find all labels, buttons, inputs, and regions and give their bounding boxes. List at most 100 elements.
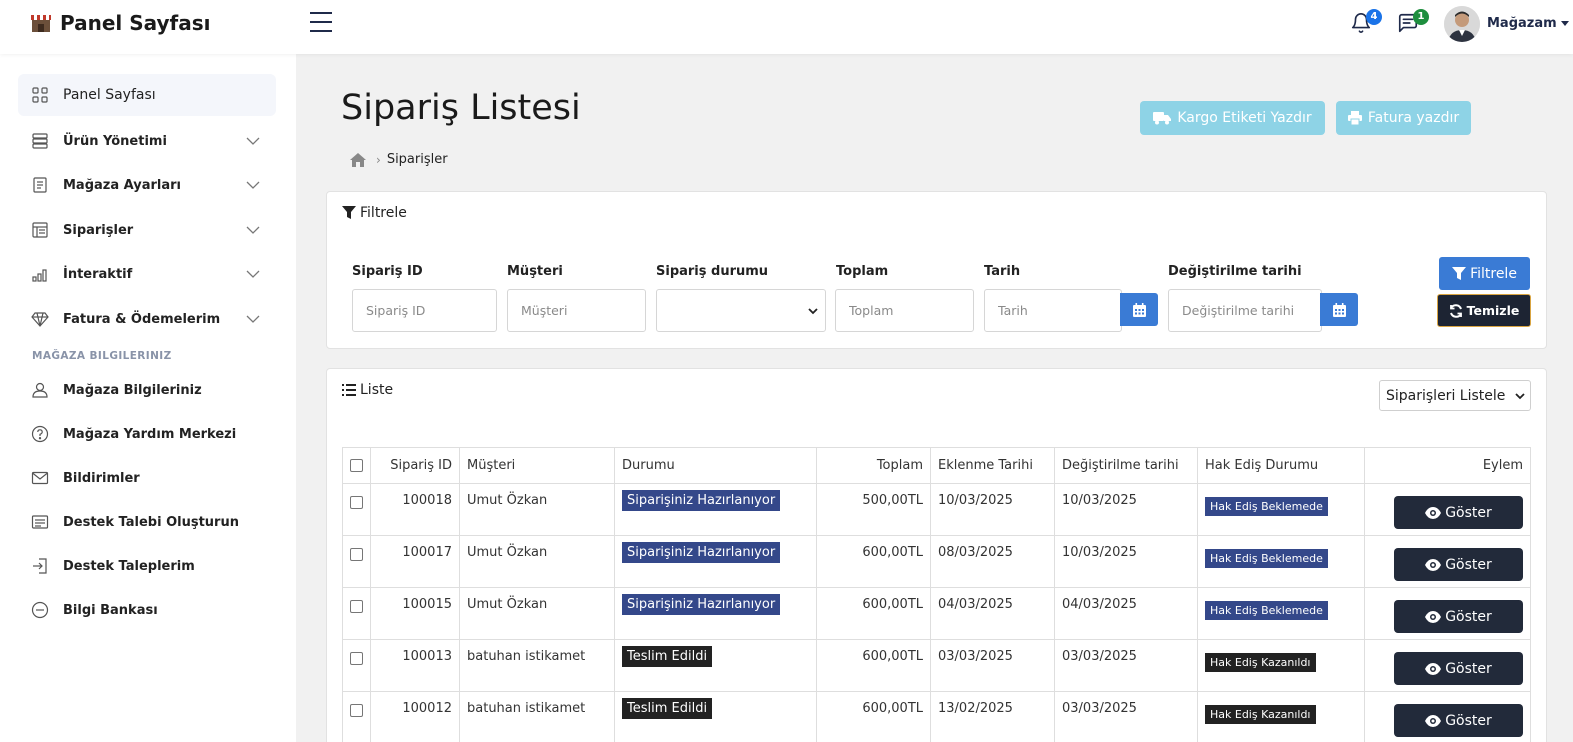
total-cell: 600,00TL bbox=[816, 535, 931, 588]
row-checkbox[interactable] bbox=[350, 496, 363, 509]
col-customer[interactable]: Müşteri bbox=[459, 447, 615, 484]
print-cargo-label-button[interactable]: Kargo Etiketi Yazdır bbox=[1140, 101, 1325, 135]
messages-button[interactable]: 1 bbox=[1397, 9, 1429, 38]
status-badge: Siparişiniz Hazırlanıyor bbox=[622, 594, 781, 615]
chevron-down-icon bbox=[808, 308, 818, 315]
hak-edis-badge: Hak Ediş Beklemede bbox=[1205, 601, 1328, 620]
status-badge: Siparişiniz Hazırlanıyor bbox=[622, 542, 781, 563]
row-select-cell bbox=[342, 691, 371, 742]
clear-button[interactable]: Temizle bbox=[1437, 294, 1531, 327]
order-id-cell: 100018 bbox=[370, 483, 460, 536]
modified-date-input[interactable] bbox=[1168, 289, 1322, 332]
row-checkbox[interactable] bbox=[350, 548, 363, 561]
customer-cell: Umut Özkan bbox=[459, 483, 615, 536]
user-icon bbox=[32, 382, 48, 398]
chevron-down-icon bbox=[1515, 393, 1525, 400]
status-badge: Teslim Edildi bbox=[622, 646, 713, 667]
created-date-cell: 10/03/2025 bbox=[930, 483, 1055, 536]
avatar[interactable] bbox=[1444, 6, 1480, 42]
sidebar-item-dashboard[interactable]: Panel Sayfası bbox=[18, 74, 276, 116]
filter-button[interactable]: Filtrele bbox=[1439, 257, 1530, 290]
user-menu[interactable]: Mağazam bbox=[1487, 16, 1569, 31]
show-button[interactable]: Göster bbox=[1394, 600, 1523, 633]
hak-edis-badge: Hak Ediş Beklemede bbox=[1205, 549, 1328, 568]
sidebar-item-interactive[interactable]: İnteraktif bbox=[18, 253, 276, 295]
sidebar-item-notifications[interactable]: Bildirimler bbox=[18, 457, 276, 499]
order-id-input[interactable] bbox=[352, 289, 497, 332]
login-icon bbox=[33, 558, 47, 574]
notification-badge: 4 bbox=[1366, 9, 1382, 25]
topbar: Panel Sayfası 4 1 Mağazam bbox=[0, 0, 1573, 54]
table-row: 100012 batuhan istikamet Teslim Edildi 600,… bbox=[342, 691, 1531, 742]
sidebar-section-title: MAĞAZA BILGILERINIZ bbox=[32, 350, 172, 362]
show-button[interactable]: Göster bbox=[1394, 496, 1523, 529]
show-button[interactable]: Göster bbox=[1394, 548, 1523, 581]
home-icon[interactable] bbox=[350, 152, 366, 167]
row-checkbox[interactable] bbox=[350, 652, 363, 665]
user-menu-label: Mağazam bbox=[1487, 16, 1557, 31]
col-status[interactable]: Durumu bbox=[614, 447, 817, 484]
orders-table: Sipariş ID Müşteri Durumu Toplam Eklenme… bbox=[342, 447, 1531, 742]
hak-edis-badge: Hak Ediş Beklemede bbox=[1205, 497, 1328, 516]
print-invoice-button[interactable]: Fatura yazdır bbox=[1336, 101, 1471, 135]
status-badge: Teslim Edildi bbox=[622, 698, 713, 719]
date-label: Tarih bbox=[984, 264, 1021, 279]
col-modified[interactable]: Değiştirilme tarihi bbox=[1054, 447, 1198, 484]
select-all-cell bbox=[342, 447, 371, 484]
brand[interactable]: Panel Sayfası bbox=[30, 11, 211, 35]
table-row: 100018 Umut Özkan Siparişiniz Hazırlanıyor… bbox=[342, 483, 1531, 536]
sidebar-item-products[interactable]: Ürün Yönetimi bbox=[18, 120, 276, 162]
list-icon bbox=[342, 384, 356, 396]
show-button[interactable]: Göster bbox=[1394, 704, 1523, 737]
show-button-label: Göster bbox=[1445, 504, 1492, 521]
user-avatar-icon bbox=[1444, 6, 1480, 42]
hak-edis-badge: Hak Ediş Kazanıldı bbox=[1205, 653, 1316, 672]
sidebar-item-store-settings[interactable]: Mağaza Ayarları bbox=[18, 164, 276, 206]
status-badge: Siparişiniz Hazırlanıyor bbox=[622, 490, 781, 511]
row-checkbox[interactable] bbox=[350, 704, 363, 717]
total-input[interactable] bbox=[835, 289, 974, 332]
sidebar-item-my-tickets[interactable]: Destek Taleplerim bbox=[18, 545, 276, 587]
select-all-checkbox[interactable] bbox=[350, 459, 363, 472]
hak-edis-badge: Hak Ediş Kazanıldı bbox=[1205, 705, 1316, 724]
message-badge: 1 bbox=[1413, 9, 1429, 25]
sidebar-item-create-ticket[interactable]: Destek Talebi Oluşturun bbox=[18, 501, 276, 543]
sidebar-item-store-info[interactable]: Mağaza Bilgileriniz bbox=[18, 369, 276, 411]
print-invoice-label: Fatura yazdır bbox=[1367, 110, 1460, 126]
col-order-id[interactable]: Sipariş ID bbox=[370, 447, 460, 484]
row-select-cell bbox=[342, 535, 371, 588]
sidebar: Panel Sayfası Ürün Yönetimi Mağaza Ayarl… bbox=[0, 54, 296, 742]
created-date-cell: 08/03/2025 bbox=[930, 535, 1055, 588]
sidebar-item-help-center[interactable]: Mağaza Yardım Merkezi bbox=[18, 413, 276, 455]
brand-title: Panel Sayfası bbox=[60, 11, 211, 35]
sidebar-item-invoices[interactable]: Fatura & Ödemelerim bbox=[18, 298, 276, 340]
list-type-select[interactable]: Siparişleri Listele bbox=[1379, 380, 1531, 411]
menu-toggle-button[interactable] bbox=[310, 12, 334, 34]
modified-date-calendar-button[interactable] bbox=[1320, 293, 1358, 326]
sidebar-item-knowledge-base[interactable]: Bilgi Bankası bbox=[18, 589, 276, 631]
eye-icon bbox=[1425, 662, 1442, 675]
customer-cell: batuhan istikamet bbox=[459, 691, 615, 742]
row-checkbox[interactable] bbox=[350, 600, 363, 613]
order-id-cell: 100017 bbox=[370, 535, 460, 588]
customer-cell: Umut Özkan bbox=[459, 587, 615, 640]
minus-circle-icon bbox=[31, 601, 49, 619]
order-status-select[interactable] bbox=[656, 289, 826, 332]
sidebar-item-orders[interactable]: Siparişler bbox=[18, 209, 276, 251]
date-input[interactable] bbox=[984, 289, 1122, 332]
date-calendar-button[interactable] bbox=[1120, 293, 1158, 326]
server-icon bbox=[32, 133, 48, 149]
status-cell: Teslim Edildi bbox=[614, 639, 817, 692]
order-id-cell: 100012 bbox=[370, 691, 460, 742]
modified-date-cell: 04/03/2025 bbox=[1054, 587, 1198, 640]
customer-input[interactable] bbox=[507, 289, 646, 332]
filter-card-title: Filtrele bbox=[342, 205, 407, 221]
chevron-down-icon bbox=[246, 315, 260, 323]
col-hak-edis[interactable]: Hak Ediş Durumu bbox=[1197, 447, 1365, 484]
show-button[interactable]: Göster bbox=[1394, 652, 1523, 685]
diamond-icon bbox=[31, 312, 49, 327]
col-total[interactable]: Toplam bbox=[816, 447, 931, 484]
notifications-button[interactable]: 4 bbox=[1350, 9, 1382, 38]
eye-icon bbox=[1425, 558, 1442, 571]
col-created[interactable]: Eklenme Tarihi bbox=[930, 447, 1055, 484]
